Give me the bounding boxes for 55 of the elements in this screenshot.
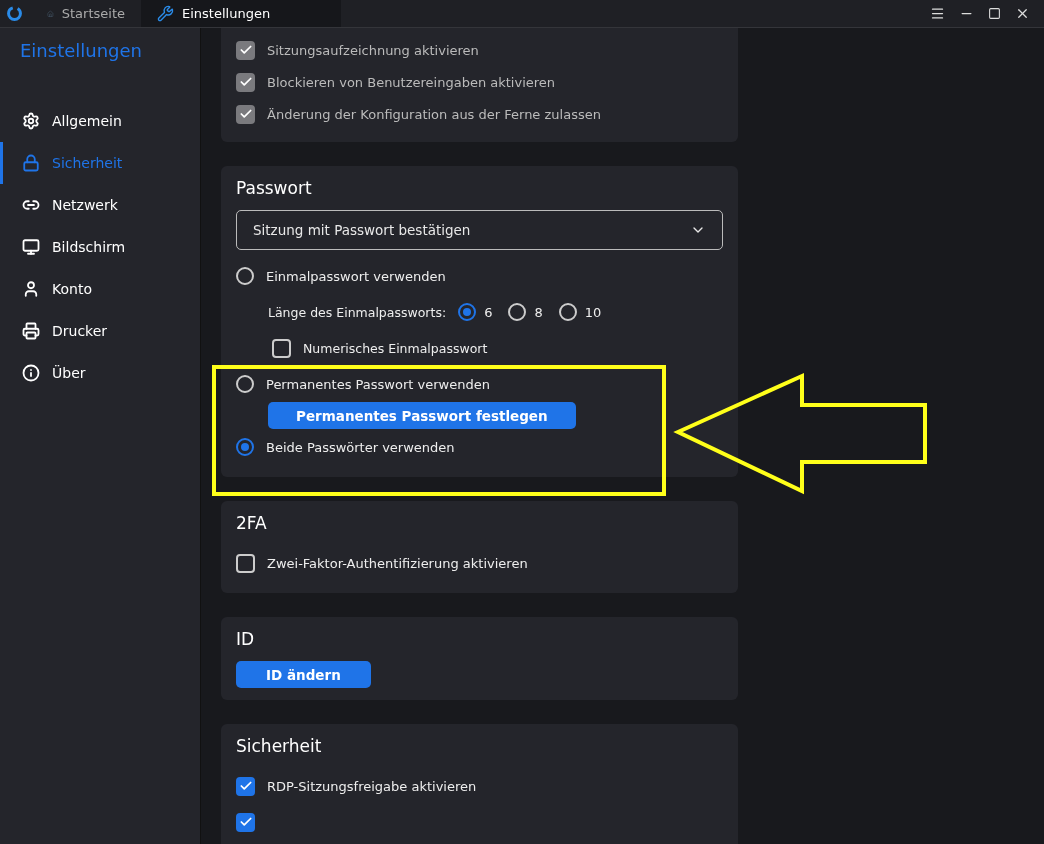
sidebar-item[interactable]: Über: [0, 352, 200, 394]
sidebar-item[interactable]: Drucker: [0, 310, 200, 352]
radio-label: 8: [534, 304, 543, 320]
checkbox[interactable]: [272, 338, 291, 358]
checkbox[interactable]: [236, 812, 255, 832]
maximize-icon[interactable]: [988, 7, 1001, 20]
checkbox-label: Blockieren von Benutzereingaben aktivieren: [267, 74, 556, 90]
close-icon[interactable]: [1015, 6, 1030, 21]
radio-label: Beide Passwörter verwenden: [266, 439, 455, 455]
monitor-icon: [22, 238, 40, 256]
sidebar-item[interactable]: Allgemein: [0, 100, 200, 142]
checkbox[interactable]: [236, 553, 255, 573]
checkmark-icon: [238, 815, 253, 829]
checkmark-icon: [238, 107, 253, 121]
section-title: Passwort: [236, 178, 313, 198]
checkbox-label: Numerisches Einmalpasswort: [303, 340, 488, 356]
radio-label: 6: [484, 304, 493, 320]
section-title: 2FA: [236, 513, 268, 533]
user-icon: [22, 280, 40, 298]
menu-icon[interactable]: [930, 6, 945, 21]
radio-label: 10: [584, 304, 602, 320]
checkbox[interactable]: [236, 776, 255, 796]
radio-button[interactable]: [558, 303, 577, 321]
checkbox-label: Sitzungsaufzeichnung aktivieren: [267, 42, 479, 58]
wrench-icon: [157, 5, 174, 22]
dropdown[interactable]: Sitzung mit Passwort bestätigen: [236, 210, 723, 250]
set-password-button[interactable]: Permanentes Passwort festlegen: [268, 402, 576, 429]
printer-icon: [22, 322, 40, 340]
checkmark-icon: [238, 779, 253, 793]
sidebar-item[interactable]: Bildschirm: [0, 226, 200, 268]
checkbox-label: Änderung der Konfiguration aus der Ferne zulassen: [267, 106, 601, 122]
radio-button[interactable]: [508, 303, 527, 321]
change-id-button[interactable]: ID ändern: [236, 661, 371, 688]
checkbox-label: Zwei-Faktor-Authentifizierung aktivieren: [267, 555, 528, 571]
tab[interactable]: Einstellungen: [141, 0, 341, 27]
radio-label: Permanentes Passwort verwenden: [266, 376, 490, 392]
info-icon: [22, 364, 40, 382]
section-title: ID: [236, 629, 256, 649]
sidebar-title: Einstellungen: [19, 39, 144, 63]
field-label: Länge des Einmalpassworts:: [268, 304, 447, 320]
tab[interactable]: Startseite: [31, 0, 141, 27]
radio-button[interactable]: [458, 303, 477, 321]
radio-button[interactable]: [236, 438, 254, 456]
gear-icon: [22, 112, 40, 130]
lock-icon: [22, 154, 40, 172]
sidebar-item[interactable]: Netzwerk: [0, 184, 200, 226]
radio-label: Einmalpasswort verwenden: [266, 268, 446, 284]
radio-button[interactable]: [236, 267, 254, 285]
app-logo-icon: [6, 5, 23, 22]
checkmark-icon: [238, 75, 253, 89]
section-title: Sicherheit: [236, 736, 323, 756]
checkbox-label: RDP-Sitzungsfreigabe aktivieren: [267, 778, 477, 794]
checkmark-icon: [238, 43, 253, 57]
sidebar-item[interactable]: Konto: [0, 268, 200, 310]
radio-button[interactable]: [236, 375, 254, 393]
